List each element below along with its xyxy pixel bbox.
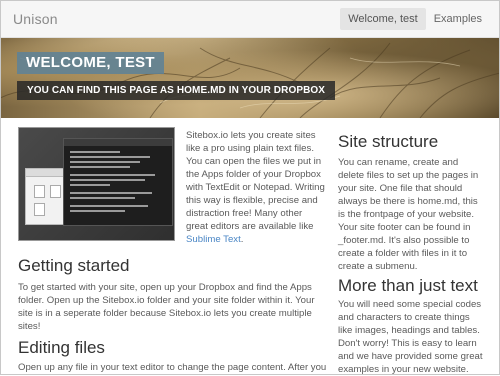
sublime-text-link[interactable]: Sublime Text <box>186 234 241 245</box>
editing-files-text: Open up any file in your text editor to … <box>18 362 327 373</box>
getting-started-heading: Getting started <box>18 256 130 275</box>
intro-text: Sitebox.io lets you create sites like a … <box>186 129 326 246</box>
editing-files-heading: Editing files <box>18 338 105 357</box>
brand-logo[interactable]: Unison <box>13 11 58 27</box>
hero-background-image <box>0 42 500 118</box>
nav-item-welcome[interactable]: Welcome, test <box>340 8 426 30</box>
site-structure-text: You can rename, create and delete files … <box>338 157 479 272</box>
more-text-text: You will need some special codes and cha… <box>338 299 483 375</box>
intro-end: . <box>240 234 244 245</box>
hero-subtitle: YOU CAN FIND THIS PAGE AS HOME.MD IN YOU… <box>17 81 336 100</box>
editor-screenshot-image <box>18 127 175 241</box>
hero-banner: WELCOME, TEST YOU CAN FIND THIS PAGE AS … <box>0 38 500 118</box>
text-editor-window <box>63 138 173 226</box>
more-text-heading: More than just text <box>338 276 478 295</box>
intro-body: Sitebox.io lets you create sites like a … <box>186 130 325 232</box>
nav-item-examples[interactable]: Examples <box>426 8 490 30</box>
site-structure-heading: Site structure <box>338 132 439 151</box>
nav-menu: Welcome, test Examples <box>340 8 490 30</box>
welcome-title: WELCOME, TEST <box>17 52 164 74</box>
navbar: Unison Welcome, test Examples <box>0 0 500 38</box>
getting-started-text: To get started with your site, open up y… <box>18 282 315 332</box>
